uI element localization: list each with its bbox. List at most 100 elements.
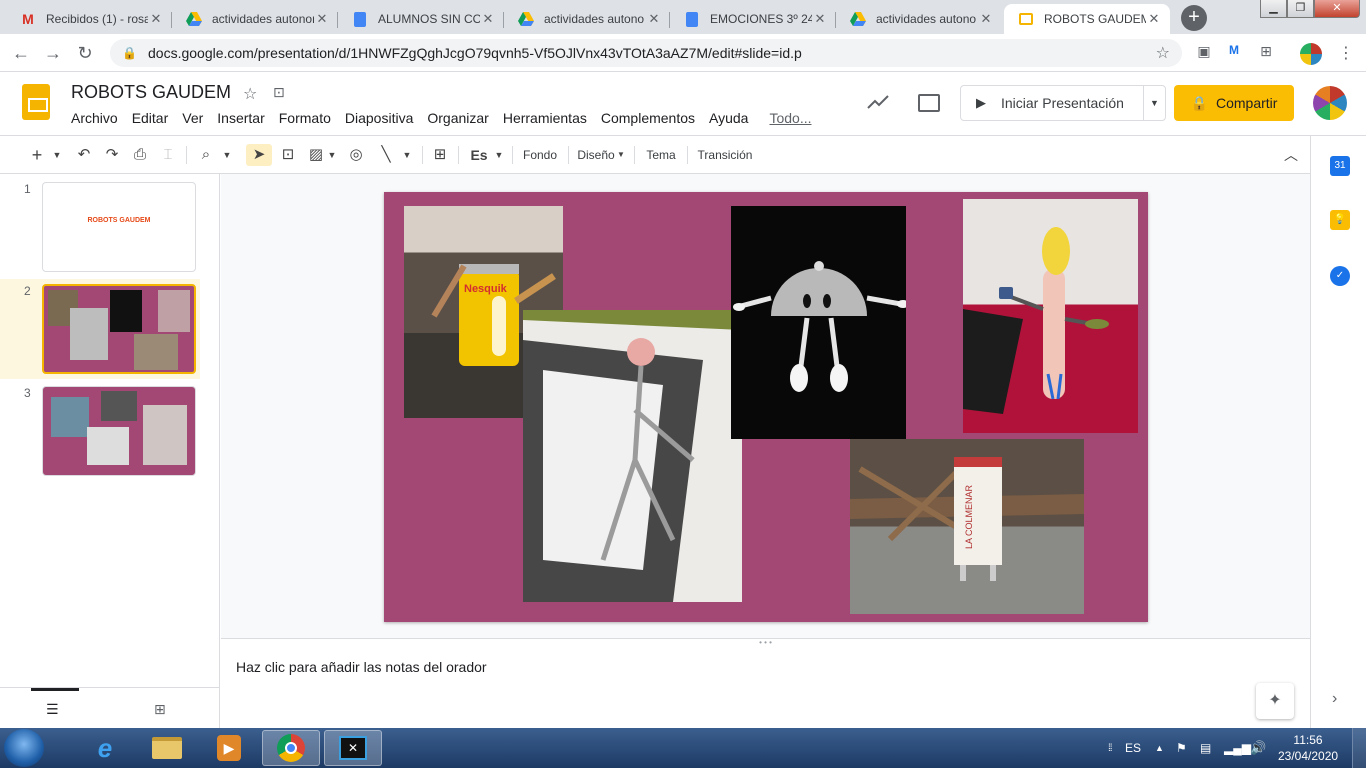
minimize-button[interactable]: ▁: [1260, 0, 1287, 18]
milk-carton-robot-photo[interactable]: LA COLMENAR: [850, 439, 1084, 614]
menu-insertar[interactable]: Insertar: [217, 110, 264, 126]
print-icon[interactable]: ⎙: [130, 144, 150, 166]
browser-tab[interactable]: actividades autonor ✕: [172, 4, 338, 34]
menu-organizar[interactable]: Organizar: [427, 110, 488, 126]
notes-resize-handle[interactable]: • • •: [221, 638, 1310, 648]
shape-icon[interactable]: ◎: [346, 144, 366, 166]
layout-dropdown-icon[interactable]: ▼: [616, 144, 626, 166]
reload-button[interactable]: ↻: [72, 40, 98, 66]
undo-icon[interactable]: ↶: [74, 144, 94, 166]
zoom-icon[interactable]: ⌕: [196, 144, 216, 166]
bookmark-star-icon[interactable]: ☆: [1156, 43, 1170, 63]
spoon-lid-robot-photo[interactable]: [731, 206, 906, 439]
menu-ver[interactable]: Ver: [182, 110, 203, 126]
close-tab-icon[interactable]: ✕: [480, 11, 496, 27]
media-player-icon[interactable]: ▶: [200, 730, 258, 766]
present-dropdown-icon[interactable]: ▼: [1143, 86, 1165, 120]
comments-icon[interactable]: [918, 94, 940, 112]
user-avatar[interactable]: [1313, 86, 1347, 120]
close-tab-icon[interactable]: ✕: [646, 11, 662, 27]
share-button[interactable]: 🔒 Compartir: [1174, 85, 1294, 121]
lemon-robot-photo[interactable]: [963, 199, 1138, 433]
back-button[interactable]: ←: [8, 40, 34, 66]
forward-button[interactable]: →: [40, 40, 66, 66]
show-hidden-icons[interactable]: ▲: [1155, 728, 1164, 768]
menu-complementos[interactable]: Complementos: [601, 110, 695, 126]
profile-avatar[interactable]: [1300, 43, 1322, 65]
slide-thumbnail-2[interactable]: [42, 284, 196, 374]
window-close-button[interactable]: ✕: [1314, 0, 1360, 18]
browser-tab[interactable]: M Recibidos (1) - rosa ✕: [6, 4, 172, 34]
expand-panel-icon[interactable]: ›: [1332, 690, 1337, 708]
image-dropdown-icon[interactable]: ▼: [326, 144, 338, 166]
browser-tab-active[interactable]: ROBOTS GAUDEM ✕: [1004, 4, 1170, 34]
last-edit-link[interactable]: Todo...: [769, 110, 811, 126]
new-slide-dropdown-icon[interactable]: ▼: [50, 144, 64, 166]
filmstrip-view-icon[interactable]: ☰: [46, 701, 59, 718]
network-icon[interactable]: ▂▄▆: [1224, 728, 1251, 768]
line-icon[interactable]: ╲: [376, 144, 396, 166]
fork-robot-photo[interactable]: [523, 310, 742, 602]
text-box-icon[interactable]: ⊡: [278, 144, 298, 166]
language-indicator[interactable]: ES: [1125, 728, 1141, 768]
transition-button[interactable]: Transición: [694, 144, 756, 166]
tasks-icon[interactable]: ✓: [1330, 266, 1350, 286]
menu-ayuda[interactable]: Ayuda: [709, 110, 748, 126]
new-tab-button[interactable]: +: [1181, 5, 1207, 31]
more-menu-icon[interactable]: ⋮: [1336, 43, 1356, 63]
star-icon[interactable]: ☆: [243, 84, 257, 104]
keep-icon[interactable]: 💡: [1330, 210, 1350, 230]
menu-herramientas[interactable]: Herramientas: [503, 110, 587, 126]
close-tab-icon[interactable]: ✕: [148, 11, 164, 27]
menu-archivo[interactable]: Archivo: [71, 110, 118, 126]
extension-icon[interactable]: ▣: [1194, 43, 1214, 63]
input-tools-icon[interactable]: Es: [466, 144, 492, 166]
screen-recorder-icon[interactable]: ✕: [324, 730, 382, 766]
chrome-icon[interactable]: [262, 730, 320, 766]
move-folder-icon[interactable]: ⊡: [273, 84, 285, 101]
system-clock[interactable]: 11:56 23/04/2020: [1278, 732, 1338, 764]
close-tab-icon[interactable]: ✕: [978, 11, 994, 27]
activity-trend-icon[interactable]: [867, 92, 889, 115]
menu-diapositiva[interactable]: Diapositiva: [345, 110, 413, 126]
present-button[interactable]: ▶ Iniciar Presentación ▼: [960, 85, 1166, 121]
menu-formato[interactable]: Formato: [279, 110, 331, 126]
select-tool-icon[interactable]: ➤: [246, 144, 272, 166]
file-explorer-icon[interactable]: [138, 730, 196, 766]
browser-tab[interactable]: ALUMNOS SIN CO ✕: [338, 4, 504, 34]
theme-button[interactable]: Tema: [642, 144, 680, 166]
layout-button[interactable]: Diseño: [576, 144, 616, 166]
browser-tab[interactable]: EMOCIONES 3º 24 ✕: [670, 4, 836, 34]
menu-editar[interactable]: Editar: [132, 110, 169, 126]
movistar-extension-icon[interactable]: M: [1224, 43, 1244, 63]
close-tab-icon[interactable]: ✕: [812, 11, 828, 27]
speaker-notes[interactable]: Haz clic para añadir las notas del orado…: [221, 648, 1310, 728]
redo-icon[interactable]: ↷: [102, 144, 122, 166]
calendar-icon[interactable]: 31: [1330, 156, 1350, 176]
new-slide-button[interactable]: +: [28, 144, 46, 166]
zoom-dropdown-icon[interactable]: ▼: [220, 144, 234, 166]
apps-extension-icon[interactable]: ⊞: [1256, 43, 1276, 63]
document-title[interactable]: ROBOTS GAUDEM: [71, 82, 231, 103]
line-dropdown-icon[interactable]: ▼: [400, 144, 414, 166]
add-comment-icon[interactable]: ⊞: [430, 144, 450, 166]
browser-tab[interactable]: actividades autono ✕: [504, 4, 670, 34]
slide-thumbnail-3[interactable]: [42, 386, 196, 476]
volume-icon[interactable]: 🔊: [1250, 728, 1266, 768]
close-tab-icon[interactable]: ✕: [314, 11, 330, 27]
internet-explorer-icon[interactable]: e: [76, 730, 134, 766]
address-bar[interactable]: 🔒 docs.google.com/presentation/d/1HNWFZg…: [110, 39, 1182, 67]
browser-tab[interactable]: actividades autono ✕: [836, 4, 1002, 34]
slide[interactable]: Nesquik LA COLMENAR: [384, 192, 1148, 622]
background-button[interactable]: Fondo: [520, 144, 560, 166]
maximize-button[interactable]: ❐: [1287, 0, 1314, 18]
collapse-toolbar-icon[interactable]: ︿: [1280, 144, 1302, 166]
image-icon[interactable]: ▨: [306, 144, 326, 166]
device-icon[interactable]: ▤: [1200, 728, 1211, 768]
show-desktop-button[interactable]: [1352, 728, 1366, 768]
grid-view-icon[interactable]: ⊞: [154, 701, 166, 718]
close-tab-icon[interactable]: ✕: [1146, 11, 1162, 27]
paint-format-icon[interactable]: ⌶: [158, 144, 178, 166]
input-tools-dropdown-icon[interactable]: ▼: [492, 144, 506, 166]
slides-logo-icon[interactable]: [22, 84, 50, 120]
